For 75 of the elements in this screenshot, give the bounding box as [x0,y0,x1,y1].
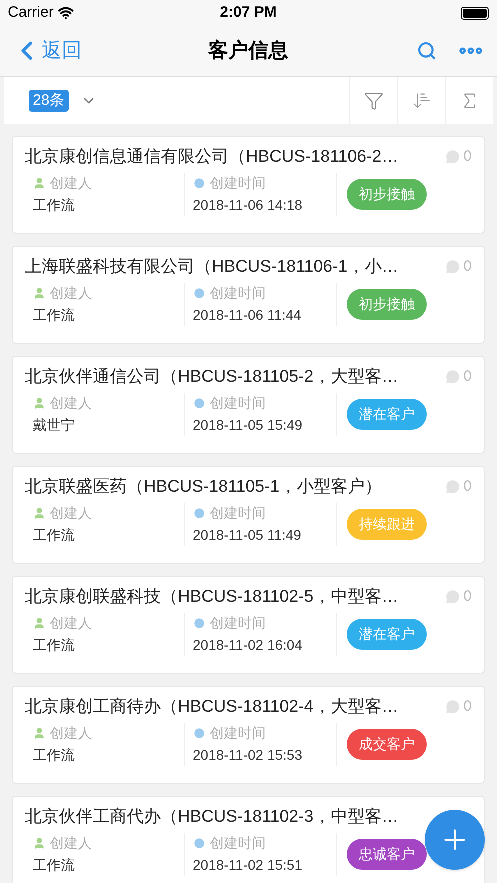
creator-label: 创建人 [50,834,92,852]
customer-name: 北京联盛医药（HBCUS-181105-1，小型客户） [25,476,382,498]
time-value: 2018-11-02 15:53 [193,746,304,764]
creator-label: 创建人 [50,614,92,632]
time-value: 2018-11-02 15:51 [193,856,304,874]
creator-value: 戴世宁 [33,416,76,434]
customer-name: 北京伙伴工商代办（HBCUS-181102-3，中型客… [25,806,399,828]
status-tag: 潜在客户 [347,618,427,650]
time-label: 创建时间 [210,724,266,742]
customer-name: 北京伙伴通信公司（HBCUS-181105-2，大型客… [25,366,399,388]
status-tag: 潜在客户 [347,398,427,430]
status-tag: 持续跟进 [347,508,427,540]
comment-icon [446,260,460,274]
comment-icon [446,590,460,604]
creator-label: 创建人 [50,284,92,302]
search-icon[interactable] [417,41,437,61]
person-icon [33,506,46,520]
customer-name: 北京康创信息通信有限公司（HBCUS-181106-2… [25,146,399,168]
creator-value: 工作流 [33,856,76,874]
person-icon [33,176,46,190]
comment-icon [446,150,460,164]
status-tag: 忠诚客户 [347,838,427,870]
comment-count: 0 [464,586,472,606]
comment-icon [446,700,460,714]
comment-count: 0 [464,696,472,716]
page-title: 客户信息 [208,38,288,64]
creator-value: 工作流 [33,636,76,654]
creator-value: 工作流 [33,196,76,214]
customer-card[interactable]: 北京伙伴工商代办（HBCUS-181102-3，中型客… 创建人 工作流 创建时间 2018-11-02 15:51 忠诚客户 [12,796,485,883]
time-value: 2018-11-05 15:49 [193,416,304,434]
status-tag: 初步接触 [347,178,427,210]
customer-name: 北京康创联盛科技（HBCUS-181102-5，中型客… [25,586,399,608]
creator-value: 工作流 [33,306,76,324]
customer-name: 上海联盛科技有限公司（HBCUS-181106-1，小… [25,256,399,278]
time-value: 2018-11-06 14:18 [193,196,304,214]
time-label: 创建时间 [210,394,266,412]
status-tag: 成交客户 [347,728,427,760]
time-label: 创建时间 [210,174,266,192]
comment-count: 0 [464,476,472,496]
creator-value: 工作流 [33,526,76,544]
filter-icon[interactable] [364,90,384,110]
status-time: 2:07 PM [220,2,277,23]
status-tag: 初步接触 [347,288,427,320]
time-label: 创建时间 [210,614,266,632]
comment-count: 0 [464,146,472,166]
time-value: 2018-11-02 16:04 [193,636,304,654]
creator-value: 工作流 [33,746,76,764]
person-icon [33,616,46,630]
time-label: 创建时间 [210,504,266,522]
carrier-text: Carrier [8,2,54,23]
creator-label: 创建人 [50,394,92,412]
customer-card[interactable]: 北京联盛医药（HBCUS-181105-1，小型客户） 0 创建人 工作流 创建时间 2018-11-05 11:49 持续跟进 [12,466,485,564]
creator-label: 创建人 [50,504,92,522]
creator-label: 创建人 [50,724,92,742]
battery-icon [460,6,489,20]
customer-name: 北京康创工商待办（HBCUS-181102-4，大型客… [25,696,399,718]
customer-card[interactable]: 北京康创联盛科技（HBCUS-181102-5，中型客… 0 创建人 工作流 创建时间 2018-11-02 16:04 潜在客户 [12,576,485,674]
time-label: 创建时间 [210,834,266,852]
time-value: 2018-11-06 11:44 [193,306,302,324]
customer-card[interactable]: 北京康创信息通信有限公司（HBCUS-181106-2… 0 创建人 工作流 创建时间 2018-11-06 14:18 初步接触 [12,136,485,234]
comment-count: 0 [464,256,472,276]
creator-label: 创建人 [50,174,92,192]
comment-icon [446,370,460,384]
customer-card[interactable]: 北京康创工商待办（HBCUS-181102-4，大型客… 0 创建人 工作流 创建时间 2018-11-02 15:53 成交客户 [12,686,485,784]
time-value: 2018-11-05 11:49 [193,526,302,544]
wifi-icon [58,5,74,21]
person-icon [33,836,46,850]
person-icon [33,726,46,740]
comment-icon [446,480,460,494]
person-icon [33,286,46,300]
customer-card[interactable]: 上海联盛科技有限公司（HBCUS-181106-1，小… 0 创建人 工作流 创建时间 2018-11-06 11:44 初步接触 [12,246,485,344]
person-icon [33,396,46,410]
comment-count: 0 [464,366,472,386]
time-label: 创建时间 [210,284,266,302]
customer-card[interactable]: 北京伙伴通信公司（HBCUS-181105-2，大型客… 0 创建人 戴世宁 创建时间 2018-11-05 15:49 潜在客户 [12,356,485,454]
